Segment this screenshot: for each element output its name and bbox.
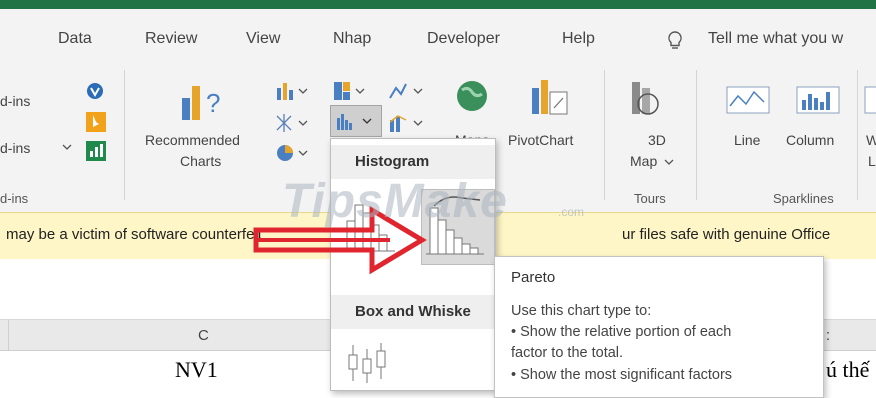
- 3d-map-icon[interactable]: [630, 78, 664, 118]
- tab-data[interactable]: Data: [58, 30, 92, 48]
- box-whisker-section-header: Box and Whiske: [331, 295, 495, 329]
- lightbulb-icon: [668, 31, 682, 49]
- box-whisker-header-label: Box and Whiske: [355, 303, 471, 320]
- addins-group-label: d-ins: [0, 191, 29, 206]
- license-warning-text-right: ur files safe with genuine Office: [622, 226, 831, 243]
- cell-partial-right[interactable]: ú thế: [826, 357, 869, 383]
- sparkline-column-icon[interactable]: [796, 86, 840, 114]
- tab-developer[interactable]: Developer: [427, 30, 500, 48]
- ribbon-separator: [604, 70, 605, 200]
- 3d-map-label-2[interactable]: Map: [630, 153, 657, 169]
- ribbon-separator: [124, 70, 125, 200]
- bing-icon[interactable]: [86, 112, 106, 132]
- cell-nv1[interactable]: NV1: [175, 357, 218, 383]
- ribbon-separator: [857, 70, 858, 200]
- sparkline-line-icon[interactable]: [726, 86, 770, 114]
- tab-view[interactable]: View: [246, 30, 280, 48]
- tab-help[interactable]: Help: [562, 30, 595, 48]
- sparkline-winloss-label-1[interactable]: W: [866, 132, 876, 148]
- tooltip-line: Use this chart type to:: [511, 303, 652, 319]
- tooltip-title: Pareto: [511, 269, 556, 286]
- sparklines-group-label: Sparklines: [773, 191, 834, 206]
- ribbon-separator: [696, 70, 697, 200]
- license-warning-text-left: may be a victim of software counterfeit: [6, 226, 262, 243]
- box-whisker-chart-option[interactable]: [339, 341, 407, 387]
- tooltip-line: • Show the most significant factors: [511, 367, 733, 383]
- column-header-e-partial[interactable]: :: [826, 327, 830, 344]
- 3d-map-label-1[interactable]: 3D: [648, 132, 666, 148]
- tell-me-search[interactable]: Tell me what you w: [708, 30, 843, 48]
- tooltip-line: • Show the relative portion of each: [511, 324, 732, 340]
- tab-review[interactable]: Review: [145, 30, 197, 48]
- line-chart-icon[interactable]: [388, 80, 428, 102]
- recommended-charts-icon[interactable]: ?: [180, 80, 224, 122]
- sparkline-column-label[interactable]: Column: [786, 132, 834, 148]
- recommended-charts-label-1[interactable]: Recommended: [145, 132, 240, 148]
- tooltip-line: factor to the total.: [511, 345, 624, 361]
- sparkline-winloss-label-2[interactable]: L: [868, 153, 876, 169]
- combo-chart-icon[interactable]: [388, 112, 428, 134]
- pie-chart-icon[interactable]: [275, 142, 311, 164]
- column-header-c[interactable]: C: [198, 327, 209, 344]
- column-chart-icon[interactable]: [275, 80, 311, 102]
- pivotchart-icon[interactable]: [530, 78, 570, 118]
- maps-globe-icon[interactable]: [454, 78, 490, 114]
- tab-nhap[interactable]: Nhap: [333, 30, 371, 48]
- histogram-chart-icon[interactable]: [335, 110, 377, 132]
- title-bar-strip: [0, 0, 876, 9]
- addins-label-1[interactable]: d-ins: [0, 93, 30, 109]
- hierarchy-chart-icon[interactable]: [332, 80, 368, 102]
- scatter-chart-icon[interactable]: [275, 112, 311, 134]
- sparkline-line-label[interactable]: Line: [734, 132, 760, 148]
- box-whisker-option-icon: [348, 343, 386, 383]
- addins-label-2[interactable]: d-ins: [0, 140, 30, 156]
- pivotchart-label[interactable]: PivotChart: [508, 132, 573, 148]
- chevron-down-icon[interactable]: [62, 143, 72, 151]
- tours-group-label: Tours: [634, 191, 666, 206]
- people-graph-icon[interactable]: [86, 141, 106, 161]
- sparkline-winloss-icon[interactable]: [864, 86, 876, 114]
- histogram-header-label: Histogram: [355, 153, 430, 170]
- visio-icon[interactable]: [84, 81, 106, 101]
- watermark-suffix: .com: [558, 205, 585, 219]
- svg-text:?: ?: [206, 88, 220, 118]
- recommended-charts-label-2[interactable]: Charts: [180, 153, 221, 169]
- pareto-tooltip: Pareto Use this chart type to: • Show th…: [494, 256, 824, 398]
- watermark-logo: TipsMake: [282, 175, 508, 228]
- chevron-down-icon[interactable]: [664, 158, 674, 166]
